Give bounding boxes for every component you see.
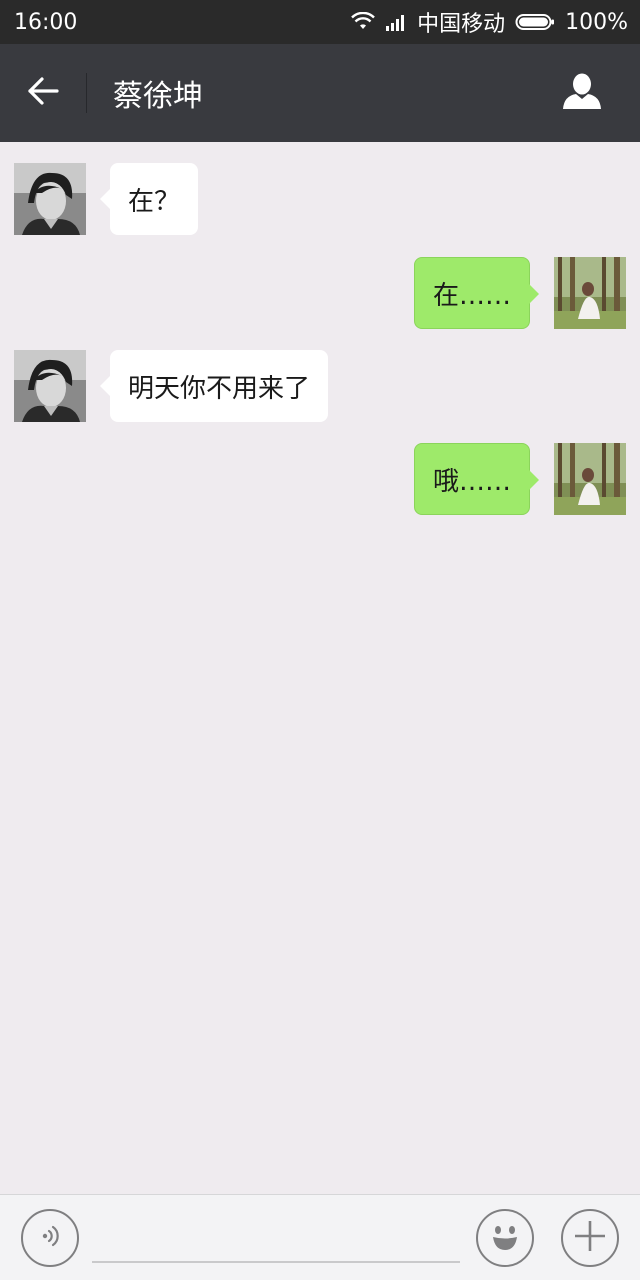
chat-info-button[interactable]: [542, 44, 622, 142]
emoji-button[interactable]: [476, 1209, 534, 1267]
message-list[interactable]: 在？ 在…… 明天你不用来了 哦……: [0, 142, 640, 1194]
contact-avatar[interactable]: [14, 350, 86, 422]
more-button[interactable]: [561, 1209, 619, 1267]
message-row: 在……: [0, 257, 640, 333]
title-divider: [86, 73, 87, 113]
chat-screen: 16:00 中国移动 100% 蔡徐坤 在？ 在…… 明天你不用来了 哦……: [0, 0, 640, 1280]
status-right: 中国移动 100%: [351, 6, 628, 38]
carrier-label: 中国移动: [417, 12, 506, 37]
wifi-icon: [351, 12, 375, 32]
battery-icon: [515, 12, 555, 32]
message-row: 在？: [0, 163, 640, 239]
message-text: 在……: [432, 280, 511, 311]
chat-title: 蔡徐坤: [113, 79, 203, 114]
status-time: 16:00: [14, 9, 78, 35]
message-text: 明天你不用来了: [128, 373, 311, 404]
message-row: 哦……: [0, 443, 640, 519]
message-bubble-sent[interactable]: 哦……: [413, 443, 540, 515]
user-avatar[interactable]: [554, 443, 626, 515]
back-arrow-icon: [26, 76, 60, 110]
voice-icon: [36, 1222, 64, 1254]
input-bar: [0, 1194, 640, 1280]
message-input[interactable]: [92, 1211, 460, 1263]
title-bar: 蔡徐坤: [0, 44, 640, 142]
message-bubble-sent[interactable]: 在……: [413, 257, 540, 329]
emoji-icon: [485, 1216, 525, 1260]
battery-level: 100%: [565, 9, 628, 35]
message-text: 在？: [128, 186, 181, 217]
contact-avatar[interactable]: [14, 163, 86, 235]
status-bar: 16:00 中国移动 100%: [0, 0, 640, 44]
user-avatar[interactable]: [554, 257, 626, 329]
plus-icon: [572, 1218, 608, 1258]
signal-icon: [385, 13, 407, 31]
message-row: 明天你不用来了: [0, 350, 640, 426]
voice-button[interactable]: [21, 1209, 79, 1267]
back-button[interactable]: [0, 44, 86, 142]
person-icon: [562, 72, 602, 114]
message-bubble-received[interactable]: 在？: [99, 163, 199, 235]
message-bubble-received[interactable]: 明天你不用来了: [99, 350, 329, 422]
message-text: 哦……: [432, 466, 511, 497]
